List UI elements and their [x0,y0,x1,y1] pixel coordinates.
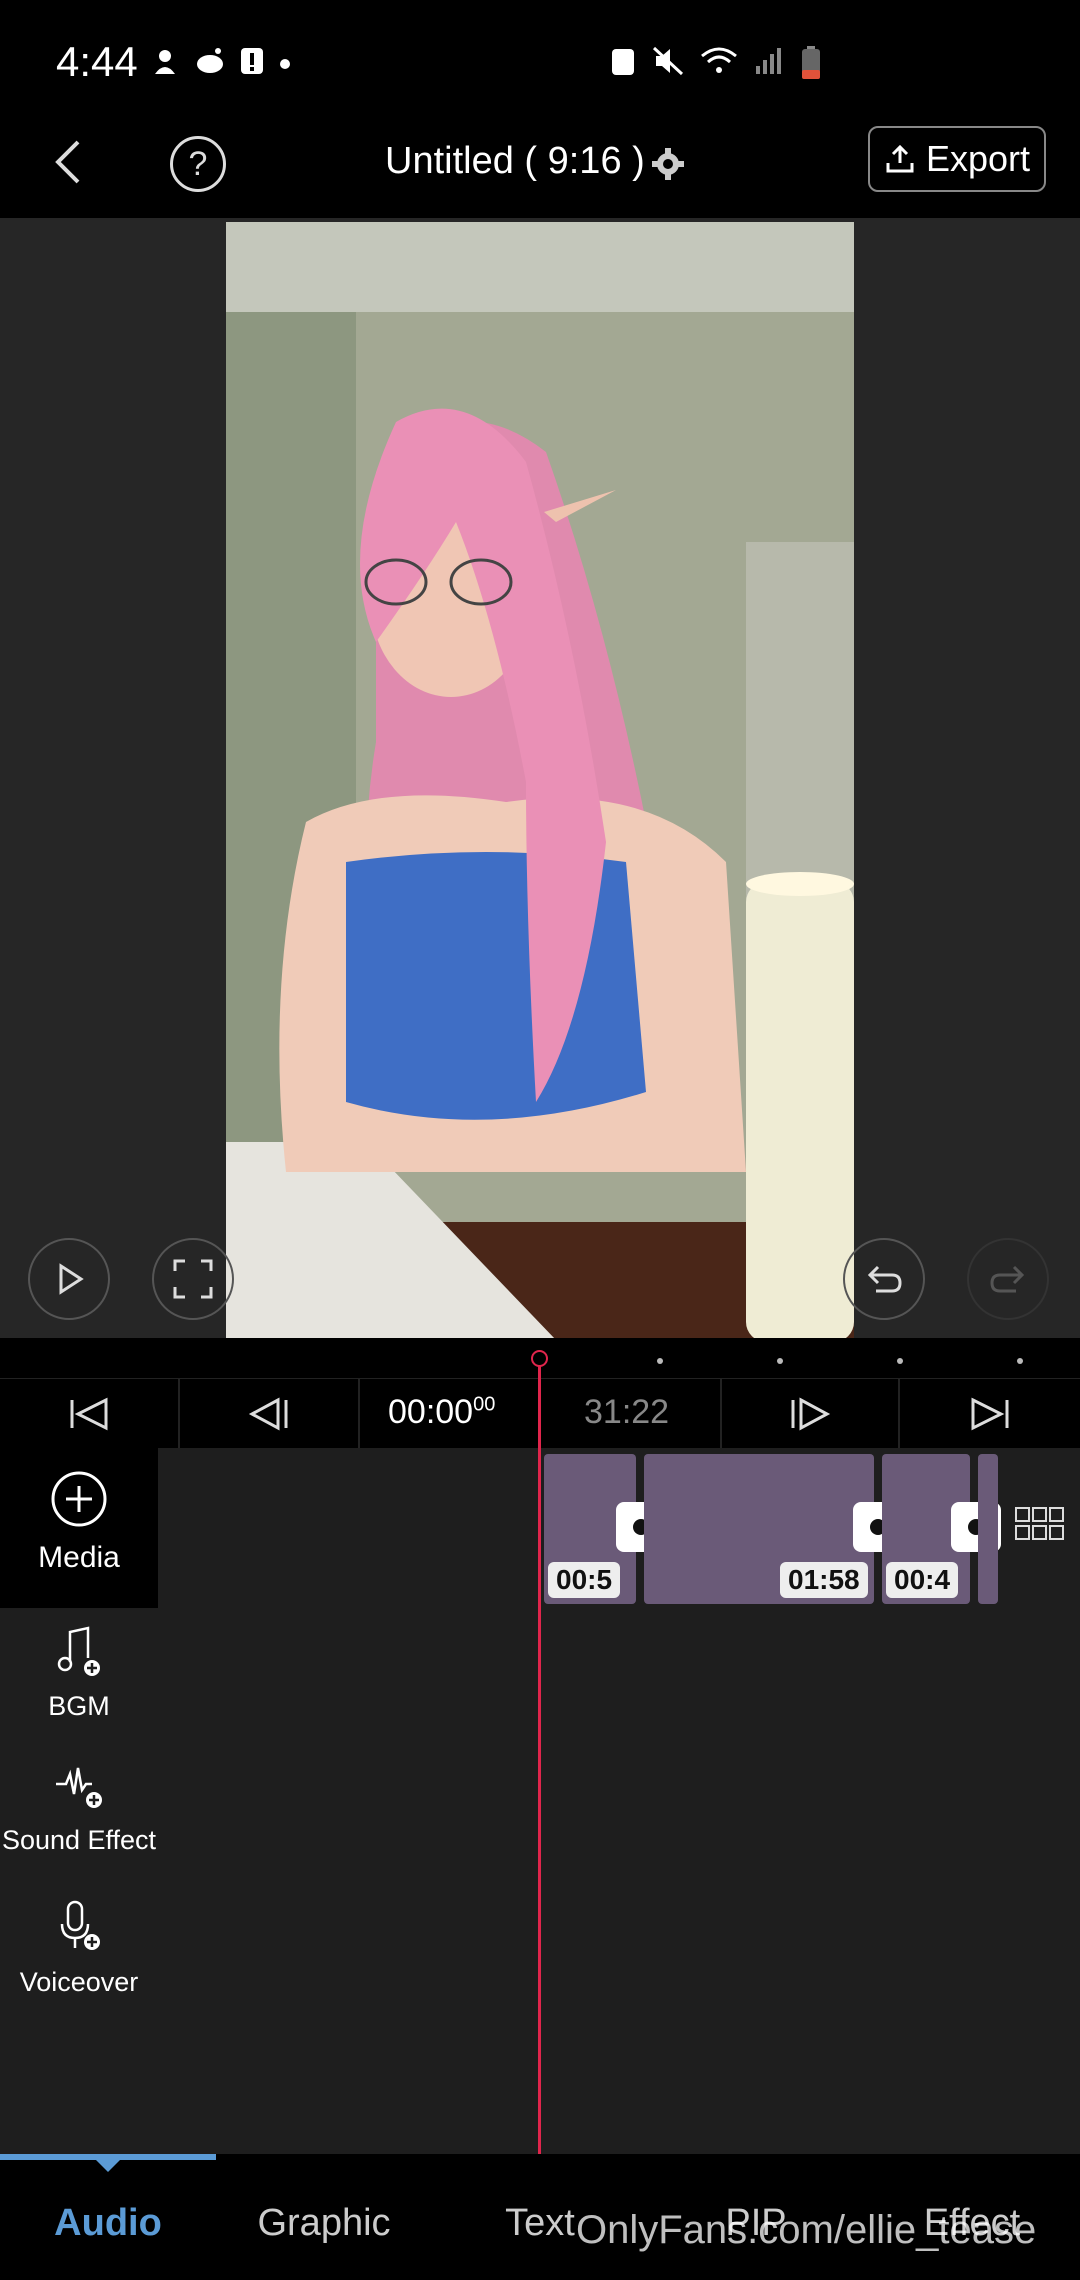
status-time: 4:44 [56,38,138,85]
video-clip[interactable]: 01:58 [644,1454,874,1604]
total-time: 31:22 [584,1393,670,1431]
previous-frame-button[interactable] [180,1379,360,1449]
track-label-sound-effect: Sound Effect [1,1825,157,1855]
skip-to-end-button[interactable] [900,1379,1080,1449]
clip-duration: 00:4 [886,1562,959,1598]
tab-audio[interactable]: Audio [0,2202,216,2245]
play-button[interactable] [28,1238,110,1320]
track-label-voiceover: Voiceover [19,1967,139,1997]
watermark-text: OnlyFans.com/ellie_tease [576,2208,1037,2252]
skip-start-icon [70,1397,108,1431]
clip-duration: 01:58 [780,1562,868,1598]
dot-icon [280,59,290,69]
frame-back-icon [248,1397,288,1431]
current-time-frames: 00 [473,1393,496,1416]
editor-header: ? Untitled ( 9:16 ) Export [0,108,1080,218]
expand-icon [173,1259,213,1299]
mute-icon [652,46,684,76]
grid-view-icon[interactable] [1014,1506,1066,1542]
redo-button[interactable] [967,1238,1049,1320]
video-preview-area [0,218,1080,1340]
ruler-tick [657,1358,663,1364]
project-title[interactable]: Untitled ( 9:16 ) [385,140,645,183]
music-note-icon [57,1626,100,1676]
microphone-icon [60,1900,100,1950]
export-label: Export [925,138,1031,179]
add-voiceover-button[interactable]: Voiceover [0,1900,158,1998]
track-label-bgm: BGM [48,1691,110,1721]
signal-icon [756,48,781,74]
add-bgm-button[interactable]: BGM [0,1624,158,1722]
track-label-media: Media [38,1541,120,1574]
alert-icon [241,48,263,74]
media-lane[interactable]: 00:5 01:58 00:4 [158,1448,1080,1611]
waveform-icon [56,1767,102,1808]
next-frame-button[interactable] [720,1379,900,1449]
wifi-icon [701,47,737,73]
ruler-tick [777,1358,783,1364]
battery-saver-icon [612,49,634,75]
add-media-button[interactable]: Media [0,1470,158,1575]
gear-icon[interactable] [652,148,684,180]
export-button[interactable]: Export [868,126,1046,192]
skip-to-start-button[interactable] [0,1379,180,1449]
empty-lane [158,2019,1080,2154]
media-track-header[interactable]: Media [0,1448,158,1608]
active-tab-caret [96,2160,120,2172]
skip-end-icon [971,1397,1009,1431]
redo-icon [990,1265,1025,1293]
current-time-value: 00:00 [388,1393,474,1431]
clip-duration: 00:5 [548,1562,621,1598]
video-frame-image [226,222,854,1340]
undo-icon [867,1265,902,1293]
sound-effect-lane[interactable] [158,1745,1080,1885]
video-clip[interactable] [978,1454,998,1604]
playhead[interactable] [538,1352,541,2154]
add-sound-effect-button[interactable]: Sound Effect [0,1764,158,1856]
video-preview-frame[interactable] [226,222,854,1340]
reddit-icon [197,48,223,73]
system-icons [610,46,822,80]
status-bar: 4:44 [0,0,1080,108]
notification-icons [150,46,292,76]
help-button[interactable]: ? [170,136,226,192]
upload-icon [886,144,914,173]
frame-forward-icon [791,1397,831,1431]
bgm-lane[interactable] [158,1608,1080,1748]
plus-circle-icon [51,1471,107,1527]
current-time: 00:0000 [388,1393,495,1432]
playhead-handle[interactable] [531,1350,548,1367]
voiceover-lane[interactable] [158,1882,1080,2022]
tab-graphic[interactable]: Graphic [216,2202,432,2245]
play-icon [59,1263,84,1295]
undo-button[interactable] [843,1238,925,1320]
help-icon: ? [188,145,208,183]
ruler-tick [1017,1358,1023,1364]
chevron-left-icon [55,140,80,184]
notification-app-icon [155,50,175,74]
back-button[interactable] [40,132,100,192]
fullscreen-button[interactable] [152,1238,234,1320]
ruler-tick [897,1358,903,1364]
battery-icon [802,46,820,79]
